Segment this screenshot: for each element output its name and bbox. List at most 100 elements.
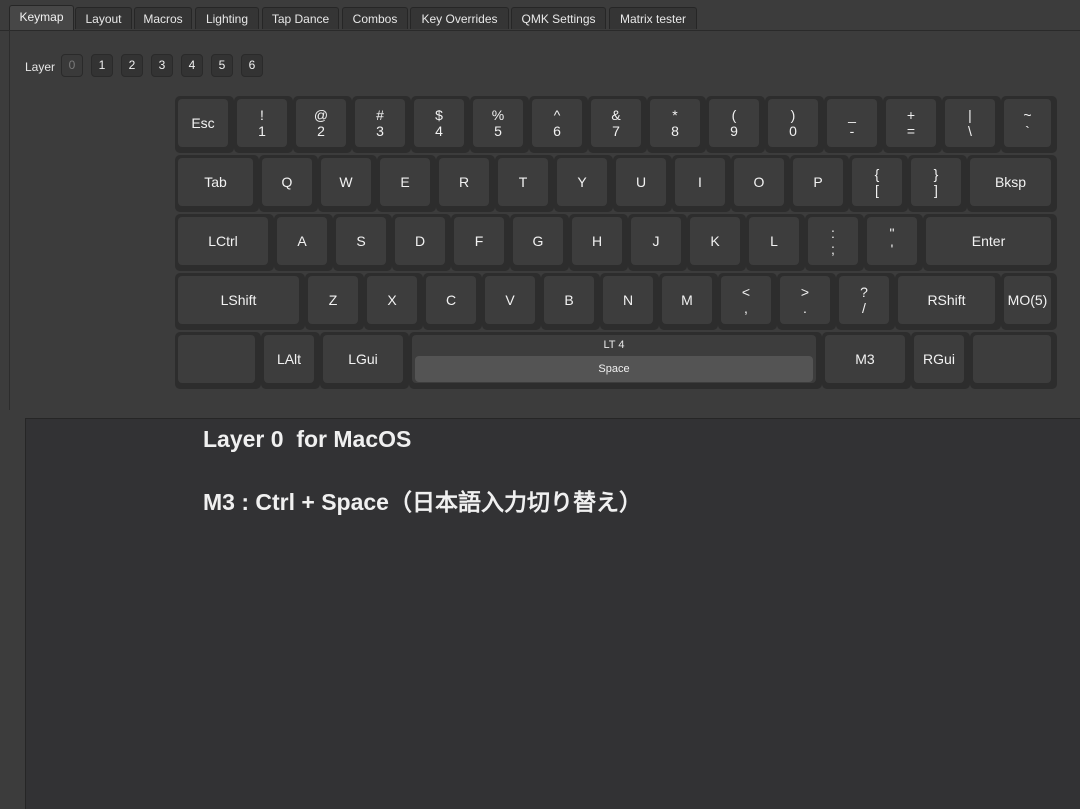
key-lgui[interactable]: LGui	[320, 332, 409, 389]
key-label-primary: @	[313, 107, 329, 123]
key-7[interactable]: & 7	[588, 96, 647, 153]
key-w[interactable]: W	[318, 155, 377, 212]
key-label-secondary: .	[803, 300, 807, 316]
key-c[interactable]: C	[423, 273, 482, 330]
key-blank[interactable]	[970, 332, 1057, 389]
keycap: _ -	[827, 99, 877, 147]
tab-keymap[interactable]: Keymap	[9, 5, 74, 30]
key-a[interactable]: A	[274, 214, 333, 271]
key-hold-label: LT 4	[603, 339, 625, 351]
key-mo(5)[interactable]: MO(5)	[1001, 273, 1057, 330]
key-8[interactable]: * 8	[647, 96, 706, 153]
key-label-primary: D	[414, 233, 426, 249]
key-i[interactable]: I	[672, 155, 731, 212]
key-s[interactable]: S	[333, 214, 392, 271]
key-label-secondary: 4	[435, 123, 443, 139]
key-0[interactable]: ) 0	[765, 96, 824, 153]
key-x44[interactable]: <,	[718, 273, 777, 330]
key-k[interactable]: K	[687, 214, 746, 271]
key-esc[interactable]: Esc	[175, 96, 234, 153]
key-m[interactable]: M	[659, 273, 718, 330]
tab-macros[interactable]: Macros	[134, 7, 192, 29]
key-x96[interactable]: ~ `	[1001, 96, 1057, 153]
keycap: C	[426, 276, 476, 324]
key-blank[interactable]	[175, 332, 261, 389]
key-space[interactable]: LT 4 Space	[409, 332, 822, 389]
layer-button-5[interactable]: 5	[211, 54, 233, 77]
key-1[interactable]: ! 1	[234, 96, 293, 153]
key-enter[interactable]: Enter	[923, 214, 1057, 271]
key-x61[interactable]: + =	[883, 96, 942, 153]
key-x92[interactable]: | \	[942, 96, 1001, 153]
key-n[interactable]: N	[600, 273, 659, 330]
key-label-secondary: 5	[494, 123, 502, 139]
keycap: S	[336, 217, 386, 265]
key-x59[interactable]: :;	[805, 214, 864, 271]
layer-button-1[interactable]: 1	[91, 54, 113, 77]
key-label-primary: A	[297, 233, 307, 249]
key-l[interactable]: L	[746, 214, 805, 271]
key-label-primary: LShift	[220, 292, 257, 308]
keycap: + =	[886, 99, 936, 147]
key-j[interactable]: J	[628, 214, 687, 271]
key--[interactable]: _ -	[824, 96, 883, 153]
key-x47[interactable]: ? /	[836, 273, 895, 330]
tab-tap-dance[interactable]: Tap Dance	[262, 7, 339, 29]
key-rgui[interactable]: RGui	[911, 332, 970, 389]
key-lctrl[interactable]: LCtrl	[175, 214, 274, 271]
key-label-primary: V	[505, 292, 515, 308]
key-x46[interactable]: >.	[777, 273, 836, 330]
layer-button-4[interactable]: 4	[181, 54, 203, 77]
key-label-primary: RGui	[923, 351, 955, 367]
key-label-primary: F	[474, 233, 484, 249]
key-4[interactable]: $4	[411, 96, 470, 153]
key-tab[interactable]: Tab	[175, 155, 259, 212]
key-v[interactable]: V	[482, 273, 541, 330]
key-bksp[interactable]: Bksp	[967, 155, 1057, 212]
layer-button-6[interactable]: 6	[241, 54, 263, 77]
key-label-secondary: /	[862, 300, 866, 316]
key-3[interactable]: #3	[352, 96, 411, 153]
key-lalt[interactable]: LAlt	[261, 332, 320, 389]
key-g[interactable]: G	[510, 214, 569, 271]
layer-button-3[interactable]: 3	[151, 54, 173, 77]
tab-lighting[interactable]: Lighting	[195, 7, 259, 29]
key-u[interactable]: U	[613, 155, 672, 212]
key-x91[interactable]: {[	[849, 155, 908, 212]
tab-key-overrides[interactable]: Key Overrides	[410, 7, 509, 29]
keycap: I	[675, 158, 725, 206]
layer-button-2[interactable]: 2	[121, 54, 143, 77]
key-b[interactable]: B	[541, 273, 600, 330]
tab-matrix-tester[interactable]: Matrix tester	[609, 7, 697, 29]
key-x93[interactable]: }]	[908, 155, 967, 212]
key-x[interactable]: X	[364, 273, 423, 330]
key-5[interactable]: % 5	[470, 96, 529, 153]
key-lshift[interactable]: LShift	[175, 273, 305, 330]
key-q[interactable]: Q	[259, 155, 318, 212]
key-x39[interactable]: " '	[864, 214, 923, 271]
key-m3[interactable]: M3	[822, 332, 911, 389]
key-6[interactable]: ^ 6	[529, 96, 588, 153]
keycap: LGui	[323, 335, 403, 383]
key-h[interactable]: H	[569, 214, 628, 271]
layer-notes-panel[interactable]: Layer 0 for MacOS M3 : Ctrl + Space（日本語入…	[25, 418, 1080, 809]
key-z[interactable]: Z	[305, 273, 364, 330]
tab-qmk-settings[interactable]: QMK Settings	[511, 7, 606, 29]
layer-button-0[interactable]: 0	[61, 54, 83, 77]
key-9[interactable]: (9	[706, 96, 765, 153]
key-p[interactable]: P	[790, 155, 849, 212]
key-e[interactable]: E	[377, 155, 436, 212]
key-y[interactable]: Y	[554, 155, 613, 212]
key-d[interactable]: D	[392, 214, 451, 271]
tab-combos[interactable]: Combos	[342, 7, 408, 29]
keycap: LCtrl	[178, 217, 268, 265]
key-f[interactable]: F	[451, 214, 510, 271]
key-label-primary: #	[376, 107, 384, 123]
key-t[interactable]: T	[495, 155, 554, 212]
keycap: % 5	[473, 99, 523, 147]
key-r[interactable]: R	[436, 155, 495, 212]
key-rshift[interactable]: RShift	[895, 273, 1001, 330]
key-o[interactable]: O	[731, 155, 790, 212]
tab-layout[interactable]: Layout	[75, 7, 132, 29]
key-2[interactable]: @2	[293, 96, 352, 153]
